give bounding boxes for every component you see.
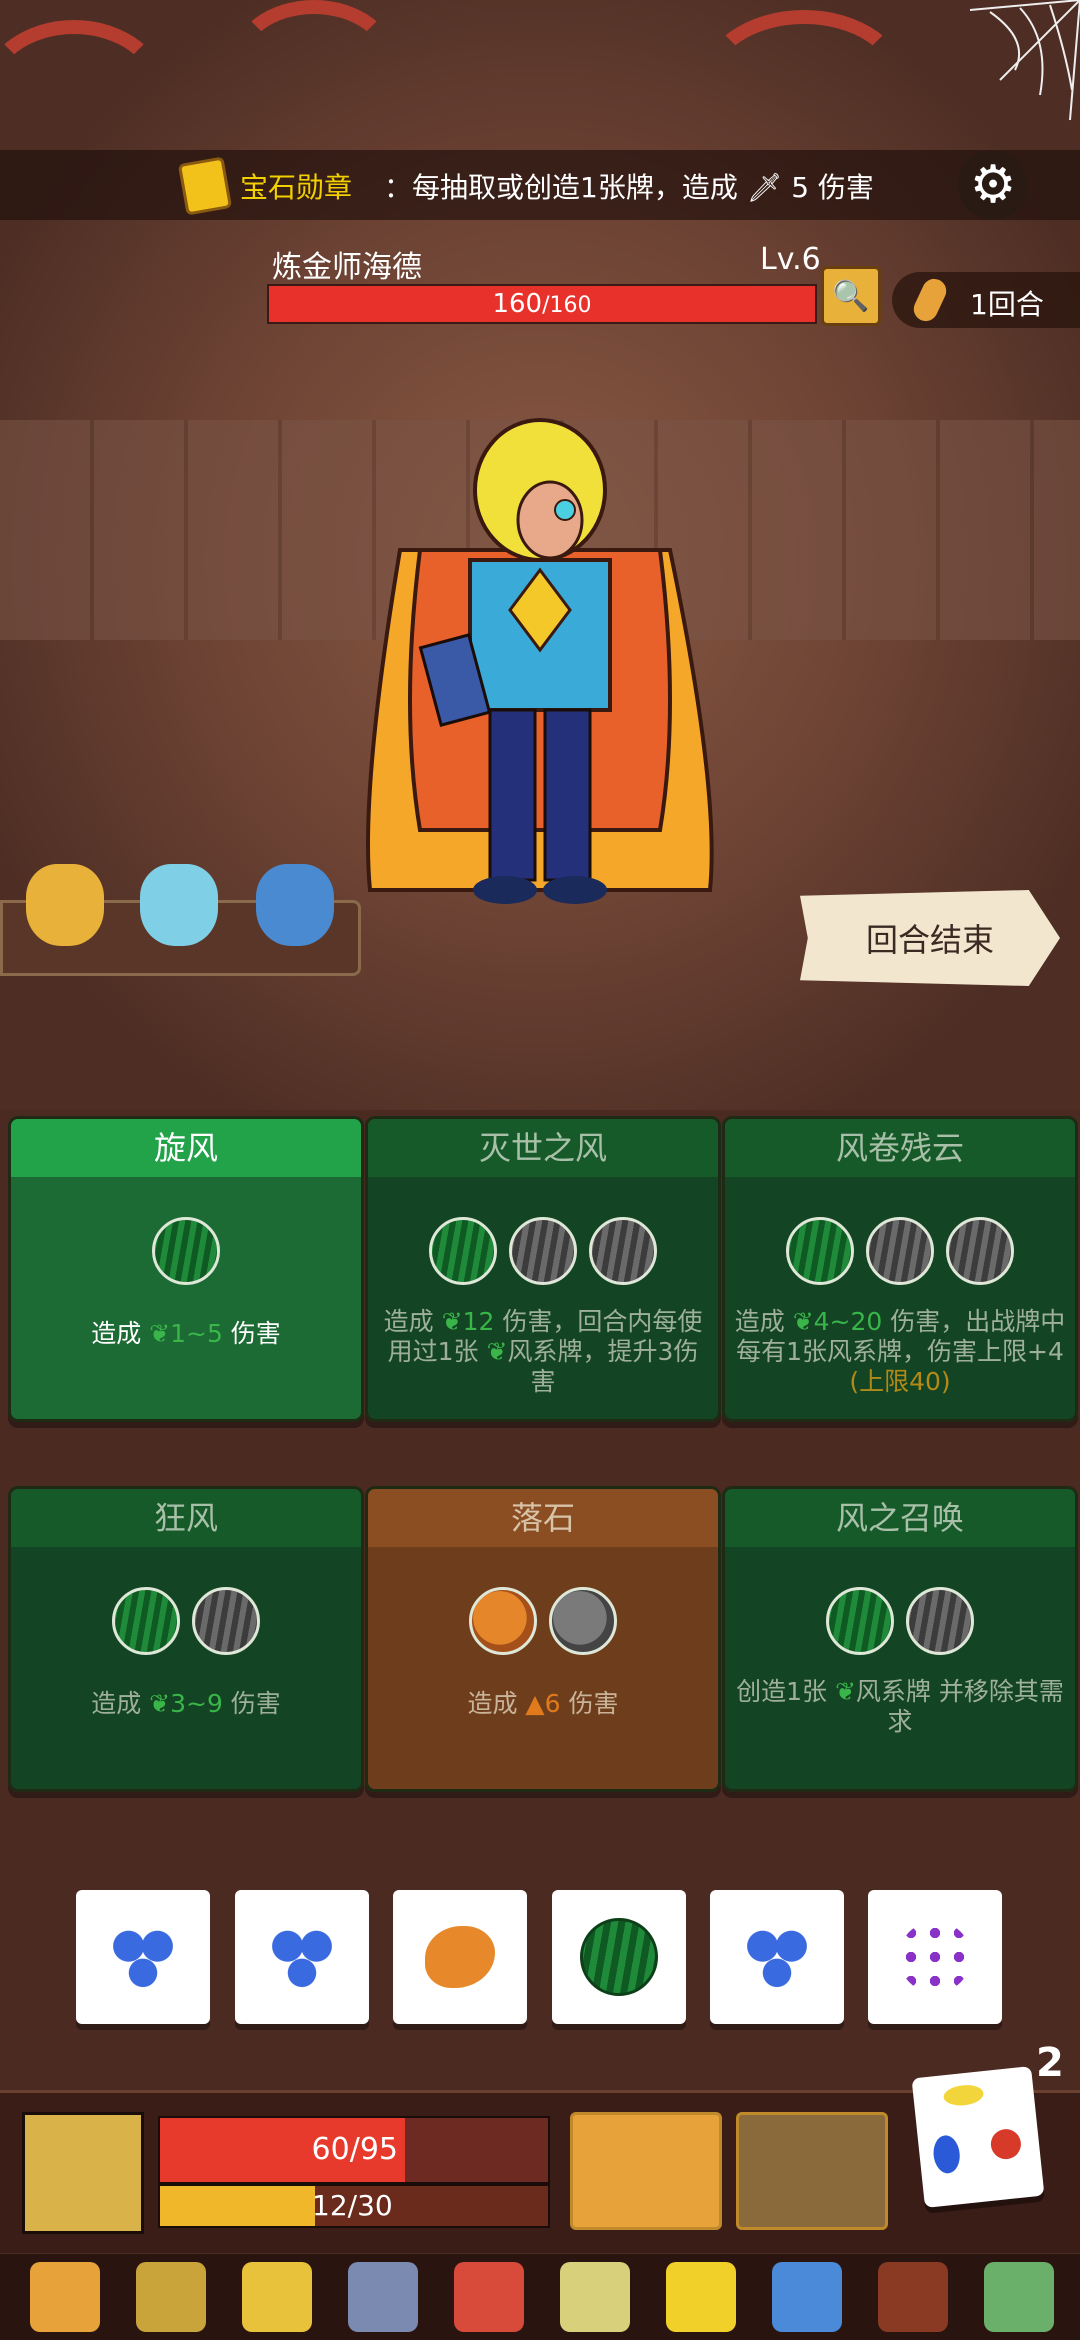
card-description: 造成 ❦4~20 伤害，出战牌中每有1张风系牌，伤害上限+4 (上限40) xyxy=(734,1307,1066,1396)
potion-slot[interactable] xyxy=(140,864,218,946)
leaf-icon: ❦ xyxy=(149,1689,171,1718)
orange-icon xyxy=(425,1926,495,1988)
card-gale[interactable]: 狂风 造成 ❦3~9 伤害 xyxy=(8,1486,364,1792)
die-grape[interactable] xyxy=(868,1890,1002,2024)
enemy-hp-current: 160 xyxy=(492,289,543,319)
enemy-name: 炼金师海德 xyxy=(272,250,422,285)
card-title: 狂风 xyxy=(11,1489,361,1547)
card-slots xyxy=(368,1217,718,1285)
dagger-icon[interactable] xyxy=(772,2262,842,2332)
card-description: 造成 ❦12 伤害，回合内每使用过1张 ❦风系牌，提升3伤害 xyxy=(383,1307,703,1396)
player-avatar[interactable] xyxy=(22,2112,144,2234)
card-slots xyxy=(725,1587,1075,1655)
card-title: 风之召唤 xyxy=(725,1489,1075,1547)
blueberry-icon xyxy=(931,2134,962,2175)
card-description: 造成 ▲6 伤害 xyxy=(467,1689,619,1718)
leaf-icon: ❦ xyxy=(834,1677,856,1706)
orange-slot-icon[interactable] xyxy=(469,1587,537,1655)
tentacle-decoration xyxy=(230,0,398,128)
melon-slot-icon[interactable] xyxy=(946,1217,1014,1285)
enemy-level: Lv.6 xyxy=(760,242,821,277)
melon-slot-icon[interactable] xyxy=(589,1217,657,1285)
die-blueberry[interactable] xyxy=(76,1890,210,2024)
die-melon[interactable] xyxy=(552,1890,686,2024)
rock-icon: ▲ xyxy=(525,1689,545,1718)
card-description: 创造1张 ❦风系牌 并移除其需求 xyxy=(736,1677,1064,1736)
card-falling-rock[interactable]: 落石 造成 ▲6 伤害 xyxy=(365,1486,721,1792)
card-slots xyxy=(368,1587,718,1655)
turn-label: 1回合 xyxy=(970,288,1044,321)
golden-block-icon[interactable] xyxy=(666,2262,736,2332)
card-slots xyxy=(11,1587,361,1655)
melon-slot-icon[interactable] xyxy=(786,1217,854,1285)
card-title: 旋风 xyxy=(11,1119,361,1177)
card-whirlwind[interactable]: 旋风 造成 ❦1~5 伤害 xyxy=(8,1116,364,1422)
melon-slot-icon[interactable] xyxy=(152,1217,220,1285)
player-hp-bar: 60/95 xyxy=(158,2116,550,2184)
player-xp-bar: 12/30 xyxy=(158,2184,550,2228)
die-blueberry[interactable] xyxy=(235,1890,369,2024)
card-wind-sweep[interactable]: 风卷残云 造成 ❦4~20 伤害，出战牌中每有1张风系牌，伤害上限+4 (上限4… xyxy=(722,1116,1078,1422)
melon-slot-icon[interactable] xyxy=(906,1587,974,1655)
potion-slot[interactable] xyxy=(26,864,104,946)
card-description: 造成 ❦3~9 伤害 xyxy=(91,1689,281,1718)
cherry-icon xyxy=(989,2127,1023,2161)
card-wind-summon[interactable]: 风之召唤 创造1张 ❦风系牌 并移除其需求 xyxy=(722,1486,1078,1792)
shield-icon[interactable] xyxy=(878,2262,948,2332)
melon-slot-icon[interactable] xyxy=(192,1587,260,1655)
lemon-icon xyxy=(942,2083,985,2108)
player-xp-fill xyxy=(160,2186,316,2226)
spiderweb-decoration xyxy=(969,0,1080,121)
card-title: 落石 xyxy=(368,1489,718,1547)
fist-skill-button[interactable] xyxy=(570,2112,722,2230)
dice-remaining-count: 2 xyxy=(1036,2040,1064,2086)
melon-slot-icon[interactable] xyxy=(429,1217,497,1285)
medal-title: 宝石勋章 xyxy=(240,171,353,204)
card-slots xyxy=(725,1217,1075,1285)
melon-slot-icon[interactable] xyxy=(866,1217,934,1285)
melon-icon xyxy=(580,1918,658,1996)
player-xp-text: 12/30 xyxy=(312,2189,393,2222)
melon-slot-icon[interactable] xyxy=(112,1587,180,1655)
feather-icon[interactable] xyxy=(560,2262,630,2332)
sun-mask-icon[interactable] xyxy=(454,2262,524,2332)
axe-icon[interactable] xyxy=(348,2262,418,2332)
settings-gear-icon[interactable]: ⚙ xyxy=(958,150,1028,220)
leaf-icon: ❦ xyxy=(149,1319,171,1348)
die-orange[interactable] xyxy=(393,1890,527,2024)
sword-icon: 🗡 xyxy=(746,171,783,204)
reroll-die-button[interactable] xyxy=(911,2066,1045,2208)
player-hp-text: 60/95 xyxy=(311,2132,398,2167)
card-world-ending-wind[interactable]: 灭世之风 造成 ❦12 伤害，回合内每使用过1张 ❦风系牌，提升3伤害 xyxy=(365,1116,721,1422)
enemy-hp-max: /160 xyxy=(542,293,592,318)
green-skull-icon[interactable] xyxy=(984,2262,1054,2332)
blueberry-icon xyxy=(107,1921,179,1993)
magnifier-icon[interactable]: 🔍 xyxy=(821,266,881,326)
leaf-icon: ❦ xyxy=(792,1307,814,1336)
end-turn-button[interactable]: 回合结束 xyxy=(800,890,1060,986)
acorn-icon[interactable] xyxy=(136,2262,206,2332)
card-title: 灭世之风 xyxy=(368,1119,718,1177)
card-title: 风卷残云 xyxy=(725,1119,1075,1177)
melon-slot-icon[interactable] xyxy=(826,1587,894,1655)
card-slots xyxy=(11,1217,361,1285)
tentacle-decoration xyxy=(700,10,908,158)
blueberry-icon xyxy=(741,1921,813,1993)
medal-description: ：每抽取或创造1张牌，造成 🗡 5 伤害 xyxy=(384,171,874,204)
card-description: 造成 ❦1~5 伤害 xyxy=(91,1319,281,1348)
gem-medal-icon xyxy=(177,156,233,216)
blueberry-icon xyxy=(266,1921,338,1993)
enemy-hp-bar: 160/160 xyxy=(267,284,817,324)
leaf-icon: ❦ xyxy=(441,1307,463,1336)
orange-slot-icon[interactable] xyxy=(549,1587,617,1655)
dig-skill-button[interactable] xyxy=(736,2112,888,2230)
tribal-mask-icon[interactable] xyxy=(30,2262,100,2332)
potion-slot[interactable] xyxy=(256,864,334,946)
die-blueberry[interactable] xyxy=(710,1890,844,2024)
leaf-icon: ❦ xyxy=(486,1337,508,1366)
golden-helmet-icon[interactable] xyxy=(242,2262,312,2332)
grape-icon xyxy=(899,1921,971,1993)
enemy-alchemist-portrait[interactable] xyxy=(340,410,740,930)
melon-slot-icon[interactable] xyxy=(509,1217,577,1285)
